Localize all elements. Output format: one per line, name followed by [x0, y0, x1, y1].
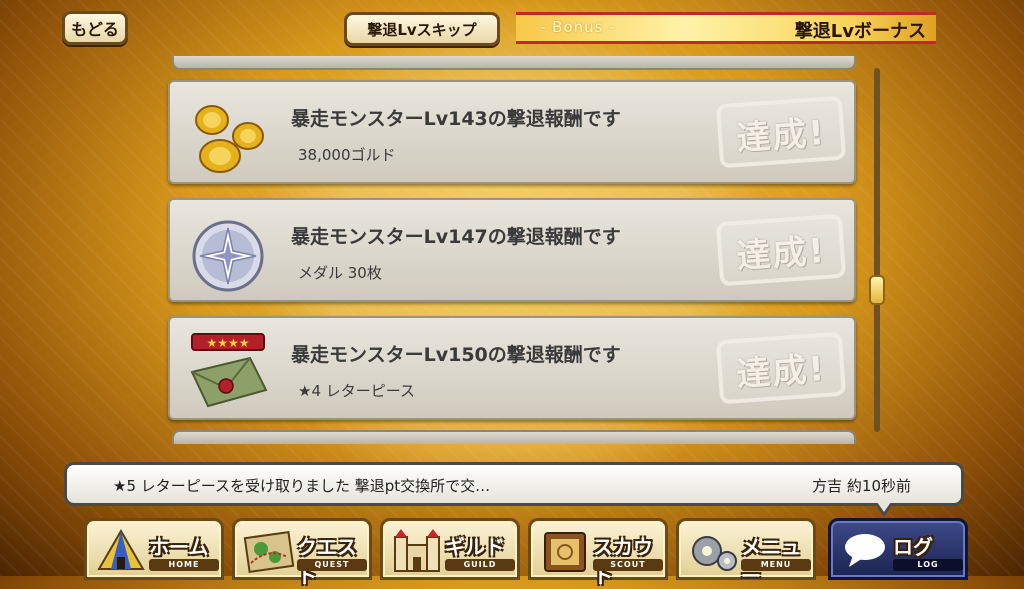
nav-log-button[interactable]: ログ LOG — [828, 518, 968, 580]
reward-detail: メダル 30枚 — [298, 264, 382, 282]
bonus-title: 撃退Lvボーナス — [794, 21, 926, 42]
nav-label: ギルド — [445, 535, 505, 559]
gear-icon — [692, 536, 737, 571]
nav-sublabel: MENU — [741, 559, 811, 571]
reward-card: 暴走モンスターLv147の撃退報酬です メダル 30枚 達成! — [168, 198, 856, 302]
reward-detail: 38,000ゴルド — [298, 146, 396, 164]
nav-quest-button[interactable]: クエスト QUEST — [232, 518, 372, 588]
nav-sublabel: QUEST — [297, 559, 367, 571]
nav-menu-button[interactable]: メニュー MENU — [676, 518, 816, 588]
back-button[interactable]: もどる — [62, 11, 128, 45]
list-top-edge — [172, 56, 856, 70]
map-icon — [243, 530, 295, 574]
speech-bubble-icon — [845, 534, 885, 567]
bonus-banner: - Bonus - 撃退Lvボーナス — [516, 12, 936, 44]
nav-sublabel: LOG — [893, 559, 963, 571]
nav-guild-button[interactable]: ギルド GUILD — [380, 518, 520, 580]
nav-home-button[interactable]: ホーム HOME — [84, 518, 224, 580]
tent-icon — [97, 529, 145, 570]
nav-sublabel: GUILD — [445, 559, 515, 571]
medal-icon — [192, 220, 264, 292]
scrollbar-track[interactable] — [874, 68, 880, 432]
level-skip-button[interactable]: 撃退Lvスキップ — [344, 12, 500, 46]
reward-title: 暴走モンスターLv150の撃退報酬です — [291, 344, 621, 366]
log-message-bar[interactable]: ★5 レターピースを受け取りました 撃退pt交換所で交… 方吉 約10秒前 — [64, 462, 964, 506]
reward-title: 暴走モンスターLv147の撃退報酬です — [291, 226, 621, 248]
list-bottom-edge — [172, 430, 856, 444]
log-message: ★5 レターピースを受け取りました 撃退pt交換所で交… — [113, 477, 491, 495]
nav-sublabel: SCOUT — [593, 559, 663, 571]
reward-card: ★★★★ 暴走モンスターLv150の撃退報酬です ★4 レターピース 達成! — [168, 316, 856, 420]
nav-label: ホーム — [149, 535, 209, 559]
achieved-stamp: 達成! — [715, 331, 847, 405]
svg-text:★★★★: ★★★★ — [206, 336, 249, 350]
nav-sublabel: HOME — [149, 559, 219, 571]
achieved-stamp: 達成! — [715, 213, 847, 287]
castle-icon — [394, 529, 440, 572]
reward-detail: ★4 レターピース — [298, 382, 416, 400]
nav-scout-button[interactable]: スカウト SCOUT — [528, 518, 668, 588]
book-icon — [544, 532, 586, 572]
gold-coins-icon — [195, 105, 264, 173]
reward-title: 暴走モンスターLv143の撃退報酬です — [291, 108, 621, 130]
reward-card: 暴走モンスターLv143の撃退報酬です 38,000ゴルド 達成! — [168, 80, 856, 184]
letter-piece-icon: ★★★★ — [190, 333, 268, 408]
achieved-stamp: 達成! — [715, 95, 847, 169]
log-meta: 方吉 約10秒前 — [812, 477, 911, 495]
bonus-subtitle: - Bonus - — [540, 18, 616, 36]
log-pointer-inner — [877, 502, 891, 512]
nav-label: ログ — [893, 535, 933, 559]
scrollbar-thumb[interactable] — [869, 275, 885, 306]
